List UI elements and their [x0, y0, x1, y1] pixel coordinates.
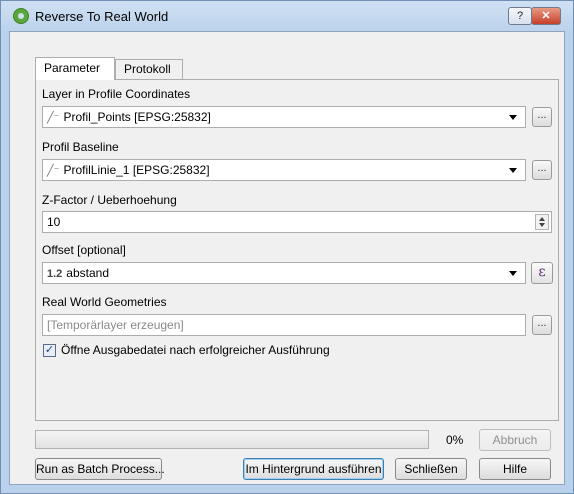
- open-output-checkbox[interactable]: ✓: [43, 344, 56, 357]
- real-world-browse-button[interactable]: ...: [532, 315, 552, 335]
- spinner-arrows-icon[interactable]: [535, 214, 549, 230]
- help-window-button[interactable]: ?: [508, 7, 532, 25]
- parameter-panel: Layer in Profile Coordinates ╱⁻ Profil_Po…: [35, 79, 559, 421]
- close-button[interactable]: Schließen: [395, 458, 467, 480]
- help-button[interactable]: Hilfe: [479, 458, 551, 480]
- progress-bar: [35, 430, 429, 449]
- expression-button[interactable]: ε: [531, 262, 553, 284]
- progress-percent: 0%: [446, 433, 464, 447]
- zfactor-spinbox[interactable]: 10: [42, 211, 552, 233]
- offset-combo[interactable]: 1.2 abstand: [42, 262, 526, 284]
- dialog-window: Reverse To Real World ? ✕ Parameter Prot…: [0, 0, 574, 494]
- layer-profile-browse-button[interactable]: ...: [532, 107, 552, 127]
- offset-label: Offset [optional]: [42, 243, 126, 257]
- real-world-output-field[interactable]: [Temporärlayer erzeugen]: [42, 314, 526, 336]
- batch-process-button[interactable]: Run as Batch Process...: [35, 458, 165, 480]
- tab-parameter[interactable]: Parameter: [35, 57, 115, 80]
- numeric-field-icon: 1.2: [47, 268, 63, 280]
- spin-down-icon[interactable]: [539, 223, 545, 227]
- window-title: Reverse To Real World: [35, 9, 169, 24]
- profile-baseline-browse-button[interactable]: ...: [532, 160, 552, 180]
- profile-baseline-label: Profil Baseline: [42, 140, 119, 154]
- open-output-label: Öffne Ausgabedatei nach erfolgreicher Au…: [61, 343, 330, 357]
- offset-value-wrap: 1.2 abstand: [47, 266, 109, 280]
- close-window-button[interactable]: ✕: [531, 7, 561, 25]
- profile-baseline-value: ProfilLinie_1 [EPSG:25832]: [63, 163, 210, 177]
- profile-baseline-value-wrap: ╱⁻ ProfilLinie_1 [EPSG:25832]: [47, 163, 210, 177]
- cancel-button[interactable]: Abbruch: [479, 429, 551, 451]
- line-layer-icon: ╱⁻: [47, 165, 60, 177]
- chevron-down-icon: [509, 115, 517, 120]
- run-background-button[interactable]: Im Hintergrund ausführen: [243, 458, 384, 480]
- line-layer-icon: ╱⁻: [47, 112, 60, 124]
- layer-profile-combo[interactable]: ╱⁻ Profil_Points [EPSG:25832]: [42, 106, 526, 128]
- layer-profile-label: Layer in Profile Coordinates: [42, 87, 191, 101]
- real-world-placeholder: [Temporärlayer erzeugen]: [47, 318, 184, 332]
- offset-value: abstand: [66, 266, 109, 280]
- tab-protokoll[interactable]: Protokoll: [115, 59, 183, 79]
- qgis-icon: [13, 8, 29, 24]
- layer-profile-value: Profil_Points [EPSG:25832]: [63, 110, 211, 124]
- zfactor-label: Z-Factor / Ueberhoehung: [42, 193, 177, 207]
- zfactor-value: 10: [47, 215, 61, 229]
- real-world-label: Real World Geometries: [42, 295, 167, 309]
- spin-up-icon[interactable]: [539, 217, 545, 221]
- profile-baseline-combo[interactable]: ╱⁻ ProfilLinie_1 [EPSG:25832]: [42, 159, 526, 181]
- dialog-body: Parameter Protokoll Layer in Profile Coo…: [9, 31, 565, 485]
- title-bar[interactable]: Reverse To Real World ? ✕: [1, 1, 573, 31]
- chevron-down-icon: [509, 271, 517, 276]
- chevron-down-icon: [509, 168, 517, 173]
- layer-profile-value-wrap: ╱⁻ Profil_Points [EPSG:25832]: [47, 110, 211, 124]
